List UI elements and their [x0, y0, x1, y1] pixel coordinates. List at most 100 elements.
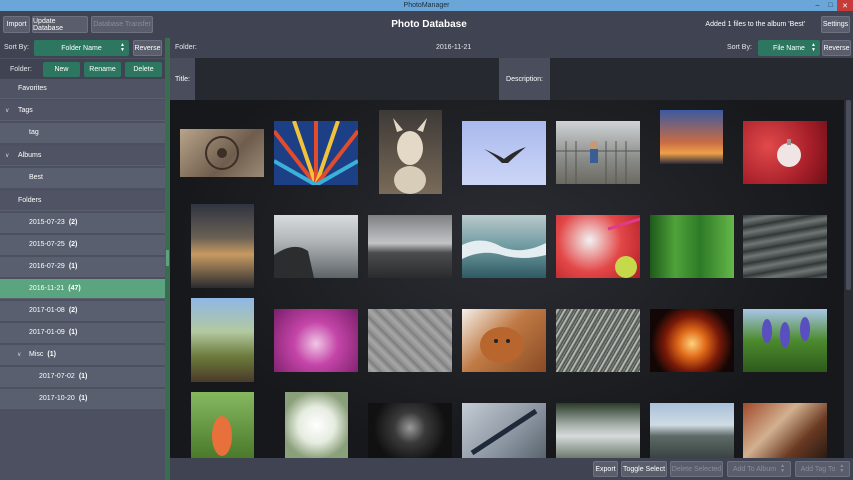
- sidebar-item-albums[interactable]: ∨ Albums: [0, 146, 165, 166]
- folder-count: (1): [68, 263, 78, 270]
- import-button[interactable]: Import: [3, 16, 30, 33]
- folder-count: (1): [68, 329, 78, 336]
- maximize-icon[interactable]: □: [824, 0, 837, 11]
- minimize-icon[interactable]: –: [811, 0, 824, 11]
- export-button[interactable]: Export: [593, 461, 618, 477]
- photo-thumbnail[interactable]: [191, 298, 254, 382]
- photo-thumbnail[interactable]: [556, 215, 640, 278]
- sidebar-item-folder[interactable]: 2017-01-08 (2): [0, 301, 165, 321]
- sidebar-item-folder[interactable]: 2016-07-29 (1): [0, 257, 165, 277]
- photo-thumbnail[interactable]: [743, 121, 827, 184]
- database-transfer-button[interactable]: Database Transfer: [91, 16, 153, 33]
- toggle-select-button[interactable]: Toggle Select: [621, 461, 667, 477]
- folder-name: 2016-07-29: [29, 263, 65, 270]
- photo-thumbnail[interactable]: [462, 215, 546, 278]
- file-reverse-button[interactable]: Reverse: [822, 40, 851, 56]
- photo-thumbnail[interactable]: [743, 309, 827, 372]
- folder-name: 2017-07-02: [39, 373, 75, 380]
- main-info-bar: Folder: 2016-11-21 Sort By: File Name ▲ ▼…: [170, 38, 853, 58]
- photo-thumbnail[interactable]: [191, 392, 254, 458]
- photo-thumbnail[interactable]: [556, 403, 640, 458]
- photo-thumbnail[interactable]: [180, 129, 264, 177]
- photo-thumbnail[interactable]: [743, 215, 827, 278]
- folder-reverse-button[interactable]: Reverse: [133, 40, 162, 56]
- window-titlebar: PhotoManager – □ ✕: [0, 0, 853, 11]
- title-input[interactable]: [195, 58, 499, 100]
- photo-thumbnail[interactable]: [462, 403, 546, 458]
- sidebar-item-tags[interactable]: ∨ Tags: [0, 101, 165, 121]
- photo-thumbnail[interactable]: [274, 215, 358, 278]
- updown-arrows-icon: ▲ ▼: [811, 42, 816, 53]
- chevron-down-icon[interactable]: ∨: [17, 351, 21, 358]
- photo-thumbnail[interactable]: [368, 215, 452, 278]
- new-folder-button[interactable]: New: [43, 62, 80, 77]
- close-icon[interactable]: ✕: [837, 0, 853, 11]
- chevron-down-icon[interactable]: ∨: [5, 107, 9, 114]
- status-message: Added 1 files to the album 'Best': [705, 21, 805, 28]
- sidebar-item-folder[interactable]: 2017-07-02 (1): [0, 367, 165, 387]
- photo-thumbnail[interactable]: [650, 309, 734, 372]
- photo-thumbnail[interactable]: [274, 309, 358, 372]
- update-database-button[interactable]: Update Database: [32, 16, 88, 33]
- folder-count: (1): [78, 373, 88, 380]
- photo-thumbnail[interactable]: [285, 392, 348, 458]
- top-toolbar: Import Update Database Database Transfer…: [0, 11, 853, 38]
- photo-thumbnail[interactable]: [743, 403, 827, 458]
- sort-by-label: Sort By:: [4, 44, 29, 51]
- photo-thumbnail[interactable]: [650, 215, 734, 278]
- photo-thumbnail[interactable]: [191, 204, 254, 288]
- photo-thumbnail[interactable]: [368, 309, 452, 372]
- folder-count: (2): [68, 307, 78, 314]
- photo-thumbnail[interactable]: [368, 403, 452, 458]
- main-folder-value: 2016-11-21: [436, 44, 472, 51]
- sidebar-item-tag[interactable]: tag: [0, 123, 165, 143]
- description-label: Description:: [499, 58, 550, 100]
- delete-folder-button[interactable]: Delete: [125, 62, 162, 77]
- folder-name: 2017-10-20: [39, 395, 75, 402]
- chevron-down-icon[interactable]: ∨: [5, 152, 9, 159]
- sidebar-sort-row: Sort By: Folder Name ▲ ▼ Reverse: [0, 38, 165, 58]
- folder-sort-select[interactable]: Folder Name ▲ ▼: [34, 40, 129, 56]
- folder-name: 2017-01-08: [29, 307, 65, 314]
- sidebar-item-favorites[interactable]: Favorites: [0, 79, 165, 99]
- sidebar-folder-actions: Folder: New Rename Delete: [0, 59, 165, 79]
- file-sort-select[interactable]: File Name ▲ ▼: [758, 40, 820, 56]
- delete-selected-button[interactable]: Delete Selected: [670, 461, 723, 477]
- drag-handle-icon[interactable]: [166, 250, 169, 266]
- settings-button[interactable]: Settings: [821, 16, 850, 33]
- photo-thumbnail[interactable]: [462, 121, 546, 185]
- favorites-label: Favorites: [18, 85, 47, 92]
- albums-label: Albums: [18, 152, 42, 159]
- add-tag-to-label: Add Tag To: [800, 465, 836, 473]
- photo-thumbnail[interactable]: [660, 110, 723, 164]
- rename-folder-button[interactable]: Rename: [84, 62, 121, 77]
- title-label: Title:: [170, 58, 195, 100]
- photo-thumbnail[interactable]: [379, 110, 442, 194]
- photo-thumbnail[interactable]: [462, 309, 546, 372]
- sidebar-item-folder-misc[interactable]: ∨ Misc (1): [0, 345, 165, 365]
- file-sort-value: File Name: [773, 44, 805, 52]
- sidebar-item-album-best[interactable]: Best: [0, 168, 165, 188]
- folder-count: (2): [68, 241, 78, 248]
- scrollbar-thumb[interactable]: [846, 100, 851, 290]
- add-tag-to-select[interactable]: Add Tag To ▲ ▼: [795, 461, 850, 477]
- sidebar-item-folder[interactable]: 2017-01-09 (1): [0, 323, 165, 343]
- folder-name: 2015-07-25: [29, 241, 65, 248]
- add-to-album-select[interactable]: Add To Album ▲ ▼: [727, 461, 791, 477]
- photo-thumbnail[interactable]: [556, 309, 640, 372]
- sidebar-item-folder[interactable]: 2017-10-20 (1): [0, 389, 165, 409]
- sidebar-item-folder[interactable]: 2015-07-23 (2): [0, 213, 165, 233]
- folder-name: 2015-07-23: [29, 219, 65, 226]
- sidebar-item-folder-selected[interactable]: 2016-11-21 (47): [0, 279, 165, 299]
- folder-name: 2016-11-21: [29, 285, 65, 292]
- description-input[interactable]: [550, 58, 853, 100]
- folder-count: (1): [78, 395, 88, 402]
- sidebar-item-folders[interactable]: Folders: [0, 191, 165, 211]
- sidebar-item-folder[interactable]: 2015-07-25 (2): [0, 235, 165, 255]
- photo-thumbnail[interactable]: [274, 121, 358, 185]
- photo-thumbnail[interactable]: [650, 403, 734, 458]
- gallery-scrollbar[interactable]: [844, 100, 853, 458]
- folder-count: (1): [47, 351, 56, 358]
- photo-thumbnail[interactable]: [556, 121, 640, 184]
- folder-count: (2): [68, 219, 78, 226]
